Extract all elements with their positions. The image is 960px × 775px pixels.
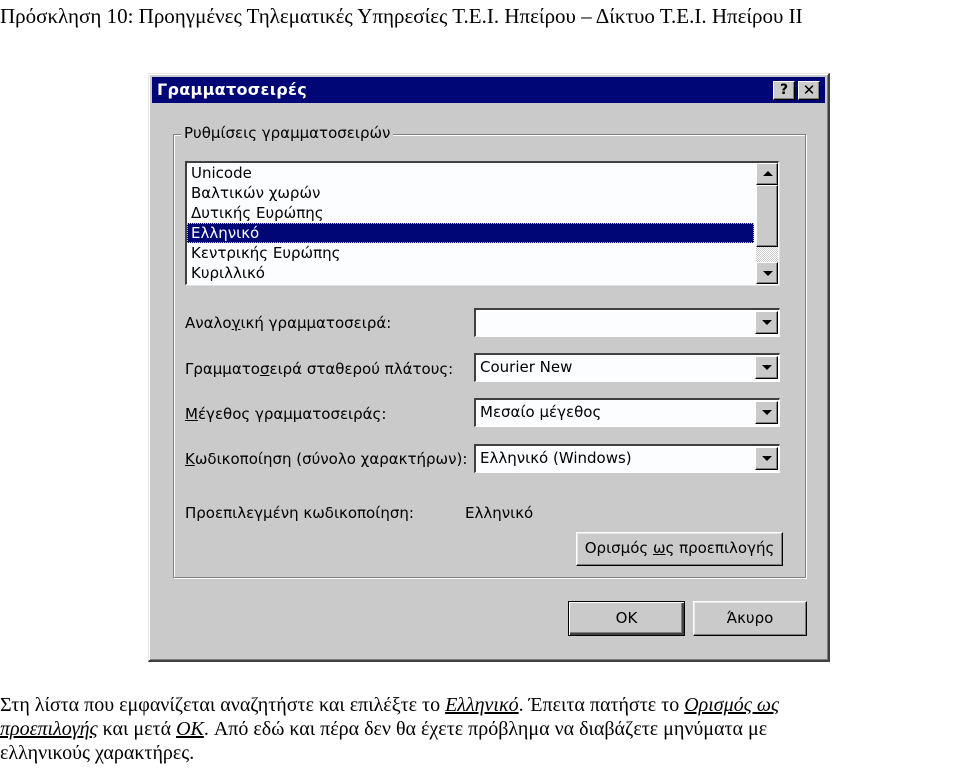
set-default-reference: Ορισμός ως	[684, 694, 780, 716]
encoding-label: Κωδικοποίηση (σύνολο χαρακτήρων):	[185, 450, 467, 468]
fixed-width-font-select[interactable]: Courier New	[474, 353, 780, 382]
label-text: Γραμματο	[185, 360, 260, 378]
label-text: ική γραμματοσειρά:	[240, 314, 392, 332]
help-button[interactable]: ?	[773, 81, 795, 100]
close-icon: ✕	[802, 81, 816, 99]
button-label: Ορισμός	[584, 539, 653, 557]
text: . Έπειτα πατήστε το	[518, 694, 685, 716]
select-value: Ελληνικό (Windows)	[480, 449, 632, 467]
dropdown-button[interactable]	[755, 447, 778, 470]
font-size-select[interactable]: Μεσαίο μέγεθος	[474, 398, 780, 427]
group-title: Ρυθμίσεις γραμματοσειρών	[181, 124, 394, 142]
accelerator-key: Κ	[185, 450, 195, 468]
document-header: Πρόσκληση 10: Προηγμένες Τηλεματικές Υπη…	[0, 4, 803, 28]
fonts-dialog: Γραμματοσειρές ? ✕ Ρυθμίσεις γραμματοσει…	[148, 73, 830, 662]
close-button[interactable]: ✕	[798, 81, 820, 100]
instructions-line-1: Στη λίστα που εμφανίζεται αναζητήστε και…	[0, 693, 960, 717]
label-text: ειρά σταθερού πλάτους:	[269, 360, 454, 378]
dropdown-button[interactable]	[755, 356, 778, 379]
list-item-cyrillic[interactable]: Κυριλλικό	[187, 263, 754, 283]
scroll-thumb[interactable]	[756, 185, 778, 247]
text: Στη λίστα που εμφανίζεται αναζητήστε και…	[0, 694, 446, 716]
ok-button[interactable]: OK	[568, 601, 685, 636]
arrow-down-icon	[763, 271, 773, 276]
select-value: Courier New	[480, 358, 573, 376]
dropdown-button[interactable]	[755, 311, 778, 334]
list-item-baltic[interactable]: Βαλτικών χωρών	[187, 183, 754, 203]
chevron-down-icon	[762, 456, 772, 461]
greek-reference: Ελληνικό	[445, 694, 519, 716]
set-default-reference: προεπιλογής	[0, 718, 98, 740]
chevron-down-icon	[762, 365, 772, 370]
instructions-line-2: προεπιλογής και μετά OK. Από εδώ και πέρ…	[0, 717, 960, 741]
button-label: Άκυρο	[726, 609, 774, 627]
font-size-label: Μέγεθος γραμματοσειράς:	[185, 405, 386, 423]
dialog-title: Γραμματοσειρές	[157, 80, 308, 99]
proportional-font-label: Αναλογική γραμματοσειρά:	[185, 314, 391, 332]
label-text: Αναλο	[185, 314, 232, 332]
fixed-width-font-label: Γραμματοσειρά σταθερού πλάτους:	[185, 360, 453, 378]
select-value: Μεσαίο μέγεθος	[480, 403, 602, 421]
cancel-button[interactable]: Άκυρο	[693, 601, 807, 636]
instructions-paragraph: Στη λίστα που εμφανίζεται αναζητήστε και…	[0, 693, 960, 765]
scroll-up-button[interactable]	[756, 163, 778, 185]
dropdown-button[interactable]	[755, 401, 778, 424]
list-item-central-europe[interactable]: Κεντρικής Ευρώπης	[187, 243, 754, 263]
label-text: ωδικοποίηση (σύνολο χαρακτήρων):	[194, 450, 468, 468]
instructions-line-3: ελληνικούς χαρακτήρες.	[0, 742, 195, 764]
label-text: έγεθος γραμματοσειράς:	[197, 405, 387, 423]
proportional-font-select[interactable]	[474, 308, 780, 337]
chevron-down-icon	[762, 410, 772, 415]
text: και μετά	[97, 718, 177, 740]
dialog-titlebar[interactable]: Γραμματοσειρές ? ✕	[152, 77, 825, 103]
text: . Από εδώ και πέρα δεν θα έχετε πρόβλημα…	[203, 718, 768, 740]
list-item-unicode[interactable]: Unicode	[187, 163, 754, 183]
list-item-western-europe[interactable]: Δυτικής Ευρώπης	[187, 203, 754, 223]
button-label: OK	[615, 609, 638, 627]
ok-reference: OK	[176, 718, 204, 740]
listbox-scrollbar[interactable]	[756, 163, 778, 284]
arrow-up-icon	[763, 171, 773, 176]
default-encoding-value: Ελληνικό	[465, 504, 534, 522]
chevron-down-icon	[762, 320, 772, 325]
accelerator-key: ω	[652, 539, 666, 557]
question-mark-icon: ?	[779, 82, 789, 98]
set-default-button[interactable]: Ορισμός ως προεπιλογής	[576, 532, 783, 566]
default-encoding-label: Προεπιλεγμένη κωδικοποίηση:	[185, 504, 414, 522]
encoding-select[interactable]: Ελληνικό (Windows)	[474, 444, 780, 473]
button-label: ς προεπιλογής	[665, 539, 775, 557]
list-item-greek[interactable]: Ελληνικό	[187, 223, 754, 243]
accelerator-key: Μ	[185, 405, 198, 423]
scroll-down-button[interactable]	[756, 262, 778, 284]
charset-listbox[interactable]: Unicode Βαλτικών χωρών Δυτικής Ευρώπης Ε…	[185, 161, 779, 285]
